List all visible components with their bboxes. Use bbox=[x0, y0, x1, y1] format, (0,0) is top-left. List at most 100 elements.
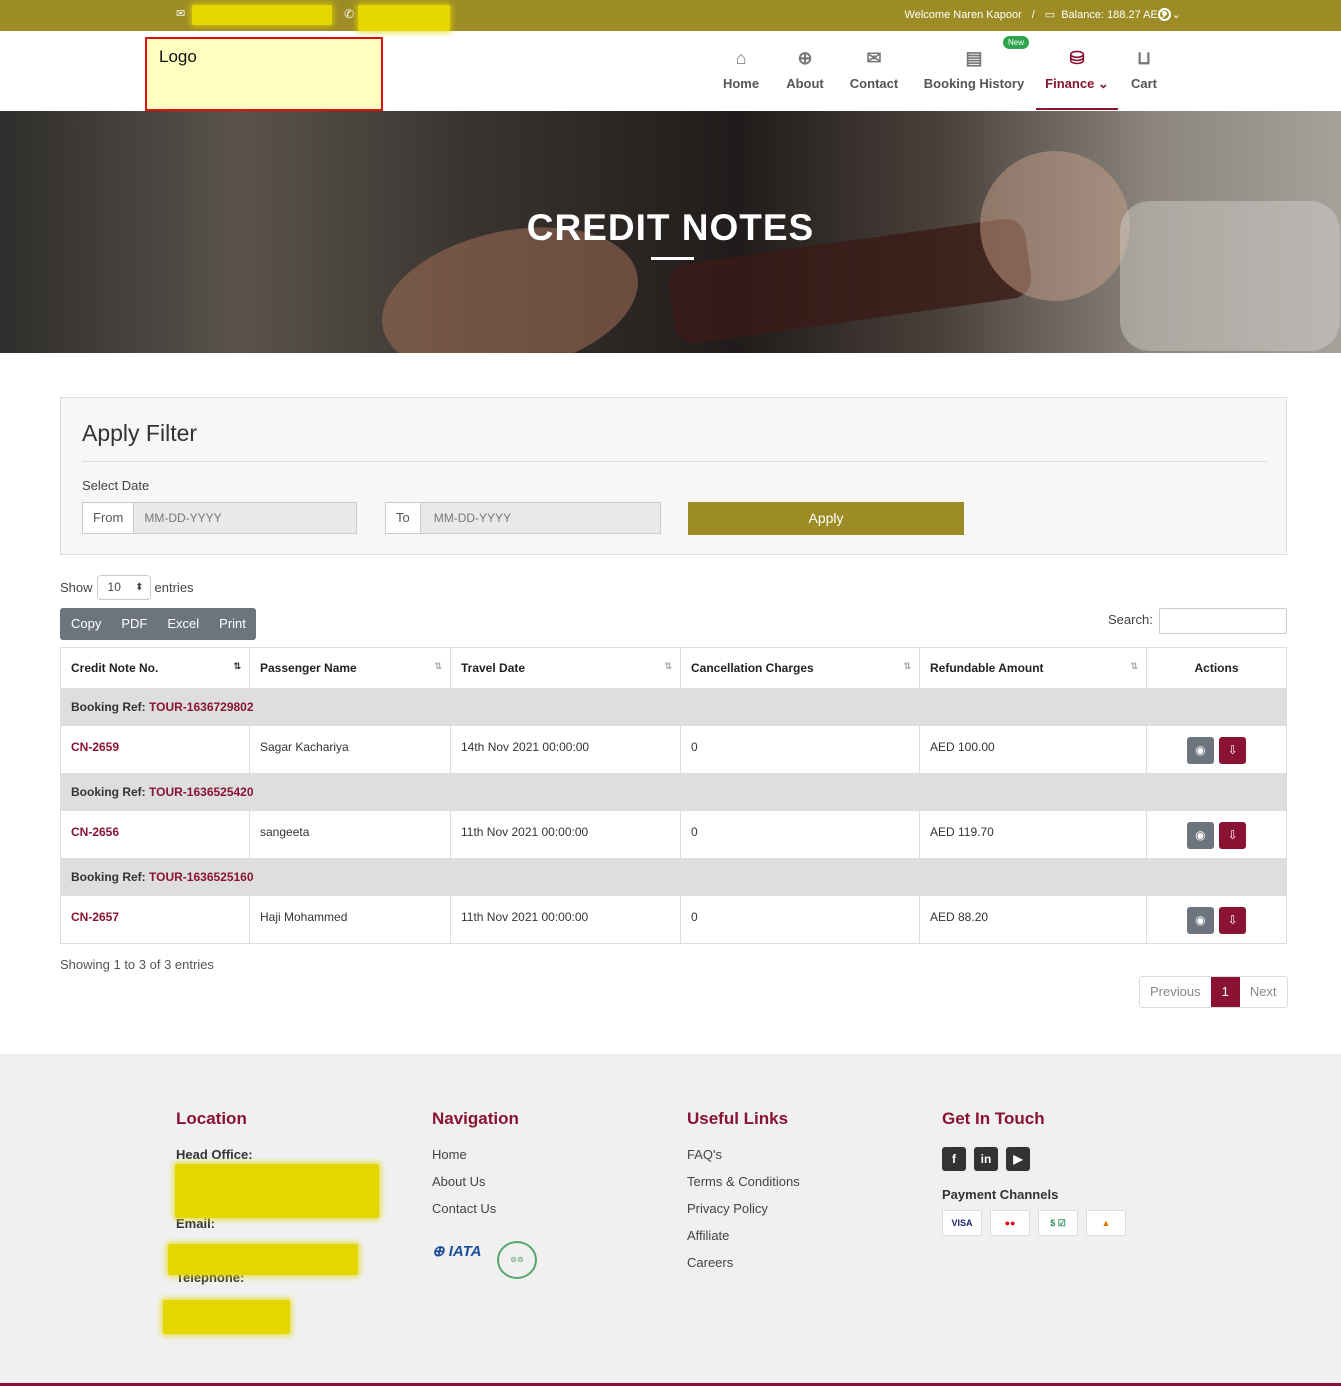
nav-contact-label: Contact bbox=[849, 76, 899, 91]
redacted-email-footer bbox=[168, 1244, 358, 1275]
amount-cell: AED 119.70 bbox=[919, 810, 1147, 859]
page-1-button[interactable]: 1 bbox=[1210, 977, 1240, 1007]
credit-notes-table: Credit Note No. ⇅ Passenger Name ⇅ Travel … bbox=[60, 647, 1287, 944]
header-travel-date[interactable]: Travel Date ⇅ bbox=[450, 647, 681, 689]
balance-dropdown[interactable]: Balance: 188.27 AED bbox=[1061, 9, 1166, 21]
footer-link-faq[interactable]: FAQ's bbox=[687, 1147, 800, 1174]
footer-link-careers[interactable]: Careers bbox=[687, 1255, 800, 1282]
logo[interactable]: Logo bbox=[145, 37, 383, 111]
divider bbox=[82, 461, 1267, 462]
footer-link-privacy[interactable]: Privacy Policy bbox=[687, 1201, 800, 1228]
title-underline bbox=[651, 257, 694, 260]
table-info: Showing 1 to 3 of 3 entries bbox=[60, 957, 214, 972]
amount-cell: AED 88.20 bbox=[919, 895, 1147, 944]
next-button[interactable]: Next bbox=[1240, 977, 1287, 1007]
header-credit-note[interactable]: Credit Note No. ⇅ bbox=[60, 647, 250, 689]
view-icon[interactable]: ◉ bbox=[1186, 737, 1214, 764]
header-refundable[interactable]: Refundable Amount ⇅ bbox=[919, 647, 1147, 689]
footer-useful-links: Useful Links FAQ's Terms & Conditions Pr… bbox=[687, 1109, 800, 1282]
copy-button[interactable]: Copy bbox=[60, 608, 111, 640]
separator: / bbox=[1031, 8, 1035, 21]
chevron-down-icon[interactable]: ⌄ bbox=[1172, 8, 1181, 21]
nav-home[interactable]: ⌂ Home bbox=[718, 40, 764, 110]
user-icon[interactable] bbox=[1158, 8, 1171, 21]
passenger-cell: Haji Mohammed bbox=[249, 895, 451, 944]
actions-cell: ◉ ⇩ bbox=[1146, 895, 1287, 944]
visa-icon: VISA bbox=[942, 1210, 982, 1236]
welcome-text: Welcome Naren Kapoor bbox=[904, 8, 1022, 21]
header-actions: Actions bbox=[1146, 647, 1287, 689]
pagination: Previous 1 Next bbox=[1139, 976, 1288, 1008]
actions-cell: ◉ ⇩ bbox=[1146, 725, 1287, 774]
nav-cart[interactable]: ⊔ Cart bbox=[1126, 40, 1162, 110]
footer-get-in-touch: Get In Touch f in ▶ Payment Channels VIS… bbox=[942, 1109, 1126, 1236]
table-row: CN-2656 sangeeta 11th Nov 2021 00:00:00 … bbox=[60, 810, 1287, 859]
globe-icon: ⊕ bbox=[797, 48, 813, 68]
credit-note-link[interactable]: CN-2657 bbox=[60, 895, 250, 944]
contact-icon: ✉ bbox=[866, 48, 882, 68]
download-icon[interactable]: ⇩ bbox=[1219, 822, 1247, 849]
from-label: From bbox=[82, 502, 135, 534]
navigation-title: Navigation bbox=[432, 1109, 519, 1128]
entries-select[interactable]: 10 bbox=[96, 575, 151, 600]
download-icon[interactable]: ⇩ bbox=[1219, 737, 1247, 764]
nav-finance[interactable]: ⛁ Finance ⌄ bbox=[1036, 40, 1118, 110]
filter-title: Apply Filter bbox=[82, 420, 198, 446]
logo-text: Logo bbox=[159, 47, 197, 66]
footer-link-home[interactable]: Home bbox=[432, 1147, 519, 1174]
footer-link-terms[interactable]: Terms & Conditions bbox=[687, 1174, 800, 1201]
from-date-group: From MM-DD-YYYY bbox=[82, 502, 358, 534]
linkedin-icon[interactable]: in bbox=[974, 1147, 998, 1171]
iata-logo: ⊕ IATA bbox=[432, 1243, 482, 1260]
header-cancellation[interactable]: Cancellation Charges ⇅ bbox=[680, 647, 920, 689]
to-date-input[interactable]: MM-DD-YYYY bbox=[420, 502, 661, 534]
header-passenger[interactable]: Passenger Name ⇅ bbox=[249, 647, 451, 689]
show-label: Show bbox=[60, 580, 93, 595]
booking-ref-link[interactable]: TOUR-1636729802 bbox=[149, 700, 254, 714]
nav-about[interactable]: ⊕ About bbox=[782, 40, 828, 110]
date-cell: 11th Nov 2021 00:00:00 bbox=[450, 895, 681, 944]
useful-links-title: Useful Links bbox=[687, 1109, 789, 1128]
footer-link-about[interactable]: About Us bbox=[432, 1174, 519, 1201]
booking-ref-link[interactable]: TOUR-1636525420 bbox=[149, 785, 254, 799]
home-icon: ⌂ bbox=[735, 48, 747, 68]
booking-ref-row: Booking Ref: TOUR-1636729802 bbox=[60, 688, 1287, 726]
finance-icon: ⛁ bbox=[1069, 48, 1085, 68]
youtube-icon[interactable]: ▶ bbox=[1006, 1147, 1030, 1171]
passenger-cell: Sagar Kachariya bbox=[249, 725, 451, 774]
download-icon[interactable]: ⇩ bbox=[1219, 907, 1247, 934]
filter-panel: Apply Filter Select Date From MM-DD-YYYY… bbox=[60, 397, 1287, 555]
passenger-cell: sangeeta bbox=[249, 810, 451, 859]
tripadvisor-logo: ⊚⊚ bbox=[497, 1241, 537, 1279]
booking-ref-link[interactable]: TOUR-1636525160 bbox=[149, 870, 254, 884]
from-date-input[interactable]: MM-DD-YYYY bbox=[134, 502, 358, 534]
footer: Location Head Office: Email: Telephone: … bbox=[0, 1054, 1341, 1386]
page-title: CREDIT NOTES bbox=[526, 207, 815, 248]
excel-button[interactable]: Excel bbox=[157, 608, 209, 640]
cash-deposit-icon: ▲ bbox=[1086, 1210, 1126, 1236]
nav-booking-history[interactable]: ▤ Booking History bbox=[922, 40, 1026, 110]
email-icon: ✉ bbox=[176, 8, 186, 20]
apply-button[interactable]: Apply bbox=[688, 502, 964, 535]
facebook-icon[interactable]: f bbox=[942, 1147, 966, 1171]
charges-cell: 0 bbox=[680, 810, 920, 859]
nav-contact[interactable]: ✉ Contact bbox=[846, 40, 902, 110]
footer-link-affiliate[interactable]: Affiliate bbox=[687, 1228, 800, 1255]
pdf-button[interactable]: PDF bbox=[111, 608, 157, 640]
booking-ref-row: Booking Ref: TOUR-1636525420 bbox=[60, 773, 1287, 811]
credit-note-link[interactable]: CN-2659 bbox=[60, 725, 250, 774]
previous-button[interactable]: Previous bbox=[1140, 977, 1211, 1007]
view-icon[interactable]: ◉ bbox=[1186, 822, 1214, 849]
table-header-row: Credit Note No. ⇅ Passenger Name ⇅ Travel … bbox=[60, 647, 1287, 689]
new-badge: New bbox=[1003, 36, 1030, 49]
history-icon: ▤ bbox=[965, 48, 983, 68]
search-input[interactable] bbox=[1159, 608, 1287, 634]
charges-cell: 0 bbox=[680, 725, 920, 774]
view-icon[interactable]: ◉ bbox=[1186, 907, 1214, 934]
credit-note-link[interactable]: CN-2656 bbox=[60, 810, 250, 859]
print-button[interactable]: Print bbox=[209, 608, 256, 640]
phone-icon: ✆ bbox=[344, 7, 355, 21]
email-label: Email: bbox=[176, 1216, 216, 1231]
social-links: f in ▶ bbox=[942, 1147, 1126, 1171]
footer-link-contact[interactable]: Contact Us bbox=[432, 1201, 519, 1228]
